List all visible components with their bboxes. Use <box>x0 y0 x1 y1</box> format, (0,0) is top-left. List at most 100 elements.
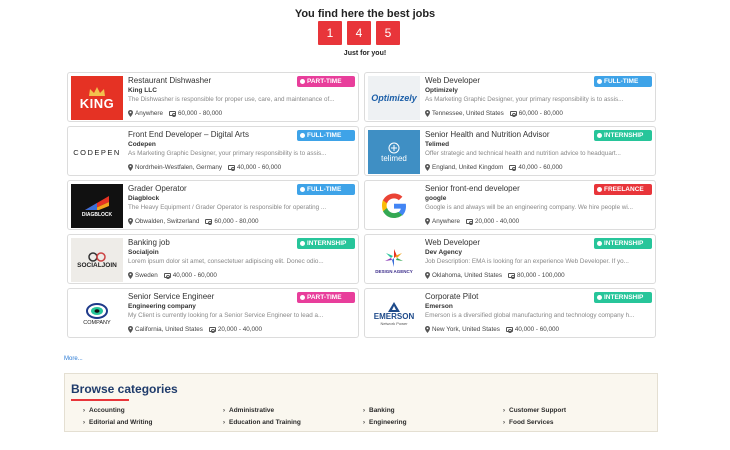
job-card[interactable]: Optimizely Web Developer Optimizely As M… <box>364 72 656 122</box>
job-card[interactable]: COMPANY Senior Service Engineer Engineer… <box>67 288 359 338</box>
company-name: Dev Agency <box>425 249 462 256</box>
job-card[interactable]: KING Restaurant Dishwasher King LLC The … <box>67 72 359 122</box>
job-title[interactable]: Grader Operator <box>128 184 293 194</box>
company-logo[interactable]: SOCIALJOIN <box>71 238 123 282</box>
logo-text: telimed <box>381 153 407 163</box>
job-title[interactable]: Front End Developer – Digital Arts <box>128 130 293 140</box>
job-location: Sweden <box>135 272 158 279</box>
hero-title: You find here the best jobs <box>294 8 436 20</box>
company-name: Telimed <box>425 141 450 148</box>
job-card[interactable]: CODEPEN Front End Developer – Digital Ar… <box>67 126 359 176</box>
location-pin-icon <box>128 326 133 333</box>
company-name: King LLC <box>128 87 157 94</box>
company-name: Diagblock <box>128 195 160 202</box>
company-name: Socialjoin <box>128 249 159 256</box>
category-link[interactable]: › Customer Support <box>503 406 643 416</box>
job-description: The Dishwasher is responsible for proper… <box>128 96 335 103</box>
category-link[interactable]: › Editorial and Writing <box>83 418 223 428</box>
company-name: Emerson <box>425 303 453 310</box>
badge-dot-icon <box>597 187 602 192</box>
logo-text: EMERSON <box>373 312 415 321</box>
job-title[interactable]: Web Developer <box>425 76 590 86</box>
job-type-label: INTERNSHIP <box>604 294 644 301</box>
chevron-right-icon: › <box>363 420 365 426</box>
job-salary: 20,000 - 40,000 <box>217 326 263 333</box>
company-logo[interactable]: DESIGN AGENCY <box>368 238 420 282</box>
job-salary: 40,000 - 60,000 <box>172 272 217 279</box>
company-name: Optimizely <box>425 87 458 94</box>
job-type-badge: INTERNSHIP <box>594 238 652 249</box>
chevron-right-icon: › <box>223 420 225 426</box>
job-title[interactable]: Senior Health and Nutrition Advisor <box>425 130 590 140</box>
job-card[interactable]: SOCIALJOIN Banking job Socialjoin Lorem … <box>67 234 359 284</box>
chevron-right-icon: › <box>223 408 225 414</box>
job-description: Offer strategic and technical health and… <box>425 150 621 157</box>
job-title[interactable]: Web Developer <box>425 238 590 248</box>
company-logo[interactable]: KING <box>71 76 123 120</box>
job-location: New York, United States <box>432 326 500 333</box>
category-link[interactable]: › Food Services <box>503 418 643 428</box>
badge-dot-icon <box>300 295 305 300</box>
job-type-badge: FREELANCE <box>594 184 652 195</box>
job-card[interactable]: telimed Senior Health and Nutrition Advi… <box>364 126 656 176</box>
job-salary: 60,000 - 80,000 <box>214 218 259 225</box>
job-type-badge: PART-TIME <box>297 292 355 303</box>
job-location: Obwalden, Switzerland <box>135 218 200 225</box>
company-logo[interactable]: Optimizely <box>368 76 420 120</box>
job-type-label: FULL-TIME <box>307 132 342 139</box>
job-card[interactable]: DIAGBLOCK Grader Operator Diagblock The … <box>67 180 359 230</box>
category-link[interactable]: › Administrative <box>223 406 363 416</box>
job-title[interactable]: Corporate Pilot <box>425 292 590 302</box>
company-logo[interactable] <box>368 184 420 228</box>
job-meta: Oklahoma, United States 80,000 - 100,000 <box>425 271 652 280</box>
location-pin-icon <box>425 110 430 117</box>
job-type-label: FULL-TIME <box>307 186 342 193</box>
category-label: Banking <box>369 407 395 414</box>
job-title[interactable]: Restaurant Dishwasher <box>128 76 293 86</box>
company-name: Codepen <box>128 141 156 148</box>
diagblock-icon <box>85 196 109 210</box>
category-label: Customer Support <box>509 407 567 414</box>
money-icon <box>205 219 213 225</box>
categories-title-underline <box>71 399 129 401</box>
job-meta: Obwalden, Switzerland 60,000 - 80,000 <box>128 217 355 226</box>
badge-dot-icon <box>597 241 602 246</box>
job-card[interactable]: Senior front-end developer google Google… <box>364 180 656 230</box>
job-meta: New York, United States 40,000 - 60,000 <box>425 325 652 334</box>
job-type-label: PART-TIME <box>307 78 342 85</box>
job-meta: Tennessee, United States 60,000 - 80,000 <box>425 109 652 118</box>
job-card[interactable]: DESIGN AGENCY Web Developer Dev Agency J… <box>364 234 656 284</box>
job-type-badge: FULL-TIME <box>297 184 355 195</box>
job-title[interactable]: Senior front-end developer <box>425 184 590 194</box>
job-title[interactable]: Senior Service Engineer <box>128 292 293 302</box>
money-icon <box>505 327 513 333</box>
company-name: google <box>425 195 447 202</box>
company-logo[interactable]: EMERSON Network Power <box>368 292 420 336</box>
company-logo[interactable]: telimed <box>368 130 420 174</box>
more-link[interactable]: More... <box>64 356 83 362</box>
category-link[interactable]: › Accounting <box>83 406 223 416</box>
logo-text: DIAGBLOCK <box>81 212 113 218</box>
dev-agency-icon <box>385 248 403 267</box>
job-title[interactable]: Banking job <box>128 238 293 248</box>
logo-text: KING <box>79 95 115 111</box>
company-logo[interactable]: CODEPEN <box>71 130 123 174</box>
job-counter: 1 4 5 <box>318 21 400 45</box>
category-label: Engineering <box>369 419 407 426</box>
location-pin-icon <box>425 164 430 171</box>
job-location: Anywhere <box>135 110 164 117</box>
category-link[interactable]: › Engineering <box>363 418 503 428</box>
job-description: Google is and always will be an engineer… <box>425 204 634 211</box>
category-link[interactable]: › Banking <box>363 406 503 416</box>
job-card[interactable]: EMERSON Network Power Corporate Pilot Em… <box>364 288 656 338</box>
category-link[interactable]: › Education and Training <box>223 418 363 428</box>
job-description: As Marketing Graphic Designer, your prim… <box>425 96 624 103</box>
location-pin-icon <box>425 218 430 225</box>
job-meta: England, United Kingdom 40,000 - 60,000 <box>425 163 652 172</box>
company-logo[interactable]: COMPANY <box>71 292 123 336</box>
company-logo[interactable]: DIAGBLOCK <box>71 184 123 228</box>
logo-text: COMPANY <box>83 320 111 326</box>
job-meta: Nordrhein-Westfalen, Germany 40,000 - 60… <box>128 163 355 172</box>
job-type-badge: INTERNSHIP <box>297 238 355 249</box>
money-icon <box>228 165 236 171</box>
